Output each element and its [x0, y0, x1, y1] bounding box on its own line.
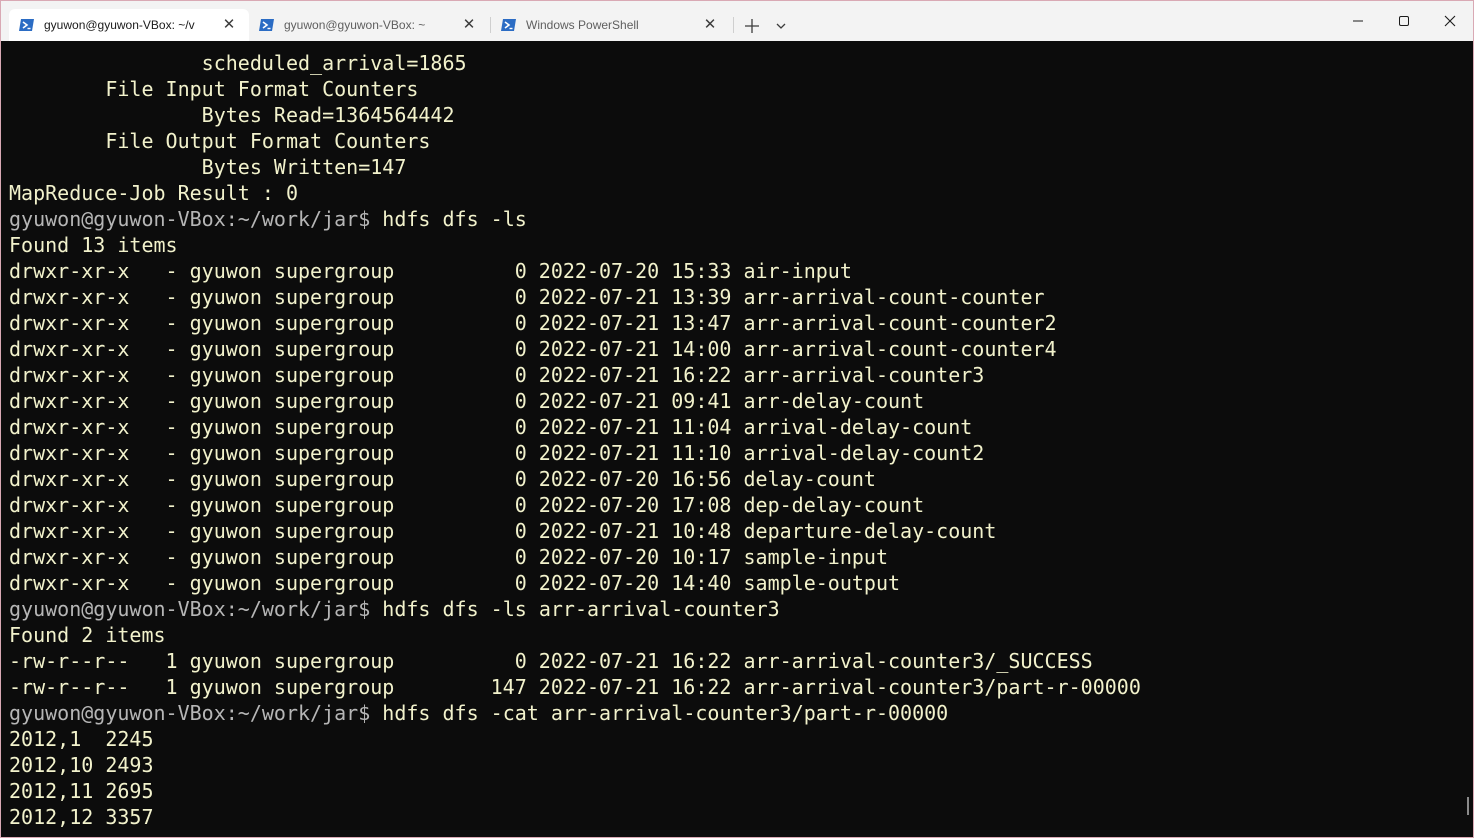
tab-title: gyuwon@gyuwon-VBox: ~ [284, 18, 426, 32]
title-bar: gyuwon@gyuwon-VBox: ~/v ✕ gyuwon@gyuwon-… [1, 1, 1473, 41]
maximize-icon [1399, 16, 1409, 26]
output-line: drwxr-xr-x - gyuwon supergroup 0 2022-07… [9, 363, 985, 387]
tab-close-icon[interactable]: ✕ [702, 17, 718, 33]
prompt-user: gyuwon@gyuwon-VBox [9, 701, 226, 725]
powershell-icon [19, 18, 35, 32]
close-window-button[interactable] [1427, 1, 1473, 41]
output-line: 2012,12 3357 [9, 805, 154, 829]
prompt-path: :~/work/jar$ [225, 207, 383, 231]
command-text: hdfs dfs -ls [382, 207, 527, 231]
output-line: Bytes Written=147 [9, 155, 407, 179]
output-line: File Output Format Counters [9, 129, 431, 153]
command-text: hdfs dfs -cat arr-arrival-counter3/part-… [382, 701, 949, 725]
output-line: Found 2 items [9, 623, 166, 647]
tab-close-icon[interactable]: ✕ [461, 17, 477, 33]
minimize-icon [1353, 20, 1363, 22]
terminal-output[interactable]: scheduled_arrival=1865 File Input Format… [1, 41, 1461, 837]
tab-terminal-2[interactable]: gyuwon@gyuwon-VBox: ~ ✕ [249, 9, 489, 41]
output-line: drwxr-xr-x - gyuwon supergroup 0 2022-07… [9, 311, 1057, 335]
output-line: drwxr-xr-x - gyuwon supergroup 0 2022-07… [9, 519, 997, 543]
output-line: -rw-r--r-- 1 gyuwon supergroup 147 2022-… [9, 675, 1141, 699]
powershell-icon [501, 18, 517, 32]
output-line: drwxr-xr-x - gyuwon supergroup 0 2022-07… [9, 389, 925, 413]
prompt-line: gyuwon@gyuwon-VBox:~/work/jar$ hdfs dfs … [9, 206, 527, 232]
output-line: drwxr-xr-x - gyuwon supergroup 0 2022-07… [9, 337, 1057, 361]
tab-title: gyuwon@gyuwon-VBox: ~/v [44, 18, 195, 32]
tab-powershell[interactable]: Windows PowerShell ✕ [491, 9, 731, 41]
output-line: drwxr-xr-x - gyuwon supergroup 0 2022-07… [9, 467, 876, 491]
minimize-button[interactable] [1335, 1, 1381, 41]
tab-close-icon[interactable]: ✕ [221, 17, 237, 33]
output-line: MapReduce-Job Result : 0 [9, 181, 298, 205]
tab-divider [733, 17, 734, 33]
output-line: drwxr-xr-x - gyuwon supergroup 0 2022-07… [9, 441, 985, 465]
output-line: File Input Format Counters [9, 77, 419, 101]
prompt-line: gyuwon@gyuwon-VBox:~/work/jar$ hdfs dfs … [9, 596, 780, 622]
scrollbar[interactable] [1461, 41, 1473, 837]
prompt-line: gyuwon@gyuwon-VBox:~/work/jar$ hdfs dfs … [9, 700, 948, 726]
prompt-path: :~/work/jar$ [225, 597, 383, 621]
terminal-window: gyuwon@gyuwon-VBox: ~/v ✕ gyuwon@gyuwon-… [0, 0, 1474, 838]
output-line: drwxr-xr-x - gyuwon supergroup 0 2022-07… [9, 415, 973, 439]
chevron-down-icon [776, 23, 786, 29]
prompt-user: gyuwon@gyuwon-VBox [9, 207, 226, 231]
maximize-button[interactable] [1381, 1, 1427, 41]
output-line: -rw-r--r-- 1 gyuwon supergroup 0 2022-07… [9, 649, 1093, 673]
plus-icon [745, 19, 759, 33]
tab-terminal-1[interactable]: gyuwon@gyuwon-VBox: ~/v ✕ [9, 9, 249, 41]
output-line: drwxr-xr-x - gyuwon supergroup 0 2022-07… [9, 259, 852, 283]
output-line: 2012,1 2245 [9, 727, 154, 751]
scrollbar-thumb[interactable] [1467, 797, 1469, 815]
output-line: drwxr-xr-x - gyuwon supergroup 0 2022-07… [9, 493, 925, 517]
prompt-user: gyuwon@gyuwon-VBox [9, 597, 226, 621]
output-line: drwxr-xr-x - gyuwon supergroup 0 2022-07… [9, 571, 901, 595]
output-line: Found 13 items [9, 233, 178, 257]
output-line: drwxr-xr-x - gyuwon supergroup 0 2022-07… [9, 285, 1045, 309]
tab-title: Windows PowerShell [526, 18, 639, 32]
tab-dropdown-button[interactable] [773, 18, 789, 34]
output-line: 2012,11 2695 [9, 779, 154, 803]
powershell-icon [259, 18, 275, 32]
output-line: scheduled_arrival=1865 [9, 51, 467, 75]
prompt-path: :~/work/jar$ [225, 701, 383, 725]
output-line: 2012,10 2493 [9, 753, 154, 777]
new-tab-button[interactable] [741, 15, 763, 37]
command-text: hdfs dfs -ls arr-arrival-counter3 [382, 597, 780, 621]
close-icon [1444, 15, 1456, 27]
output-line: Bytes Read=1364564442 [9, 103, 455, 127]
output-line: drwxr-xr-x - gyuwon supergroup 0 2022-07… [9, 545, 888, 569]
